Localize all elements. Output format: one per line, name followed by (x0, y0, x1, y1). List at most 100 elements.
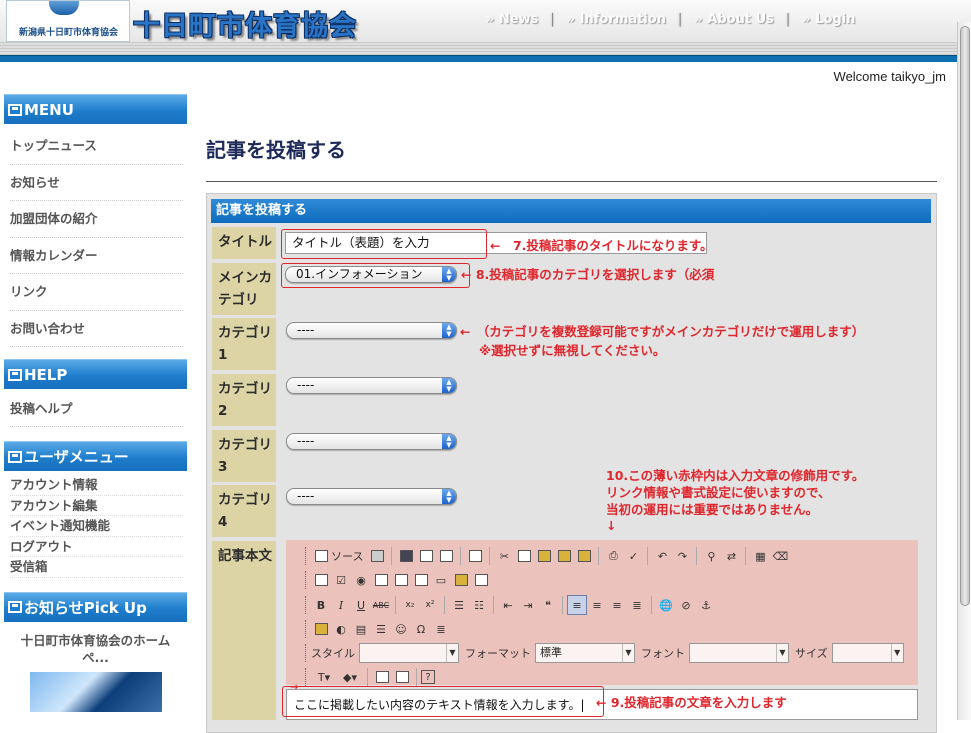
subscript-icon[interactable]: x₂ (400, 595, 420, 615)
print-icon[interactable]: ⎙ (603, 546, 623, 566)
find-icon[interactable]: ⚲ (701, 546, 721, 566)
hidden-field-icon[interactable] (471, 570, 491, 590)
page-scrollbar[interactable] (957, 22, 971, 720)
text-color-icon[interactable]: T▾ (311, 667, 337, 687)
sidebar-item-logout[interactable]: ログアウト (10, 537, 183, 557)
show-blocks-icon[interactable] (392, 667, 412, 687)
label-category-4: カテゴリ 4 (212, 485, 276, 537)
cut-icon[interactable]: ✂ (494, 546, 514, 566)
spellcheck-icon[interactable]: ✓ (623, 546, 643, 566)
background-color-icon[interactable]: ◆▾ (337, 667, 363, 687)
nav-information[interactable]: » Information (565, 12, 668, 27)
sidebar-item-account-edit[interactable]: アカウント編集 (10, 496, 183, 516)
category-2-select[interactable]: ---- ▲ ▼ (286, 377, 457, 394)
underline-icon[interactable]: U (351, 595, 371, 615)
align-right-icon[interactable]: ≡ (607, 595, 627, 615)
paste-text-icon[interactable] (554, 546, 574, 566)
select-field-icon[interactable] (411, 570, 431, 590)
superscript-icon[interactable]: x² (420, 595, 440, 615)
sidebar-item-contact[interactable]: お問い合わせ (10, 311, 183, 347)
anchor-icon[interactable]: ⚓ (696, 595, 716, 615)
category-3-select[interactable]: ---- ▲ ▼ (286, 433, 457, 450)
special-char-icon[interactable]: Ω (411, 619, 431, 639)
replace-icon[interactable]: ⇄ (721, 546, 741, 566)
style-select[interactable]: ▼ (359, 643, 459, 663)
redo-icon[interactable]: ↷ (672, 546, 692, 566)
remove-format-icon[interactable]: ⌫ (770, 546, 790, 566)
size-label: サイズ (795, 647, 828, 660)
outdent-icon[interactable]: ⇤ (498, 595, 518, 615)
site-header: 新潟県十日町市体育協会 十日町市体育協会 » News | » Informat… (0, 0, 971, 62)
sidebar-item-member-groups[interactable]: 加盟団体の紹介 (10, 201, 183, 238)
templates-icon[interactable] (465, 546, 485, 566)
nav-login[interactable]: » Login (800, 12, 857, 27)
pickup-thumbnail[interactable] (29, 671, 162, 712)
site-logo[interactable]: 新潟県十日町市体育協会 (6, 0, 130, 42)
checkbox-icon[interactable]: ☑ (331, 570, 351, 590)
label-main-category: メインカ テゴリ (212, 263, 276, 315)
justify-icon[interactable]: ≣ (627, 595, 647, 615)
toolbar-row-4: ◐ ▤ ☰ ☺ Ω ≣ (305, 618, 451, 640)
indent-icon[interactable]: ⇥ (518, 595, 538, 615)
radio-icon[interactable]: ◉ (351, 570, 371, 590)
site-title[interactable]: 十日町市体育協会 (133, 4, 357, 43)
annotation-9: ← 9.投稿記事の文章を入力します (596, 695, 787, 710)
italic-icon[interactable]: I (331, 595, 351, 615)
save-template-icon[interactable] (367, 546, 387, 566)
new-page-icon[interactable] (416, 546, 436, 566)
user-menu-icon (8, 450, 22, 463)
copy-icon[interactable] (514, 546, 534, 566)
align-center-icon[interactable]: ≡ (587, 595, 607, 615)
paste-word-icon[interactable] (574, 546, 594, 566)
select-all-icon[interactable]: ▦ (750, 546, 770, 566)
save-icon[interactable] (396, 546, 416, 566)
format-select[interactable]: 標準 ▼ (535, 643, 635, 663)
category-1-select[interactable]: ---- ▲ ▼ (286, 322, 457, 339)
button-field-icon[interactable]: ▭ (431, 570, 451, 590)
smiley-icon[interactable]: ☺ (391, 619, 411, 639)
sidebar-item-calendar[interactable]: 情報カレンダー (10, 238, 183, 274)
category-4-select[interactable]: ---- ▲ ▼ (286, 488, 457, 505)
scrollbar-thumb[interactable] (960, 26, 970, 606)
nav-news[interactable]: » News (484, 12, 540, 27)
blockquote-icon[interactable]: ❝ (538, 595, 558, 615)
bulleted-list-icon[interactable]: ☷ (469, 595, 489, 615)
sidebar-item-event-notify[interactable]: イベント通知機能 (10, 516, 183, 537)
textarea-icon[interactable] (391, 570, 411, 590)
horizontal-rule-icon[interactable]: ☰ (371, 619, 391, 639)
paste-icon[interactable] (534, 546, 554, 566)
strikethrough-icon[interactable]: ABC (371, 595, 391, 615)
sidebar-item-top-news[interactable]: トップニュース (10, 128, 183, 165)
sidebar-item-notices[interactable]: お知らせ (10, 165, 183, 201)
sidebar-item-inbox[interactable]: 受信箱 (10, 557, 183, 578)
form-icon[interactable] (311, 570, 331, 590)
link-icon[interactable]: 🌐 (656, 595, 676, 615)
about-icon[interactable]: ? (421, 670, 435, 684)
unlink-icon[interactable]: ⊘ (676, 595, 696, 615)
table-icon[interactable]: ▤ (351, 619, 371, 639)
toolbar-separator (493, 596, 494, 614)
font-select[interactable]: ▼ (689, 643, 789, 663)
pickup-item-title[interactable]: 十日町市体育協会のホームペ... (10, 632, 181, 666)
sidebar-item-account-info[interactable]: アカウント情報 (10, 475, 183, 496)
sidebar-item-post-help[interactable]: 投稿ヘルプ (10, 393, 183, 427)
bold-icon[interactable]: B (311, 595, 331, 615)
undo-icon[interactable]: ↶ (652, 546, 672, 566)
numbered-list-icon[interactable]: ☰ (449, 595, 469, 615)
image-button-icon[interactable] (451, 570, 471, 590)
maximize-icon[interactable] (372, 667, 392, 687)
size-select[interactable]: ▼ (831, 643, 904, 663)
menu-icon (8, 103, 22, 116)
title-divider (206, 181, 937, 182)
image-icon[interactable] (311, 619, 331, 639)
top-navigation: » News | » Information | » About Us | » … (484, 12, 857, 27)
flash-icon[interactable]: ◐ (331, 619, 351, 639)
source-label[interactable]: ソース (331, 548, 363, 564)
sidebar-item-links[interactable]: リンク (10, 274, 183, 311)
page-break-icon[interactable]: ≣ (431, 619, 451, 639)
align-left-icon[interactable]: ≡ (567, 595, 587, 615)
textfield-icon[interactable] (371, 570, 391, 590)
preview-icon[interactable] (436, 546, 456, 566)
nav-about-us[interactable]: » About Us (692, 12, 776, 27)
source-icon[interactable] (311, 546, 331, 566)
